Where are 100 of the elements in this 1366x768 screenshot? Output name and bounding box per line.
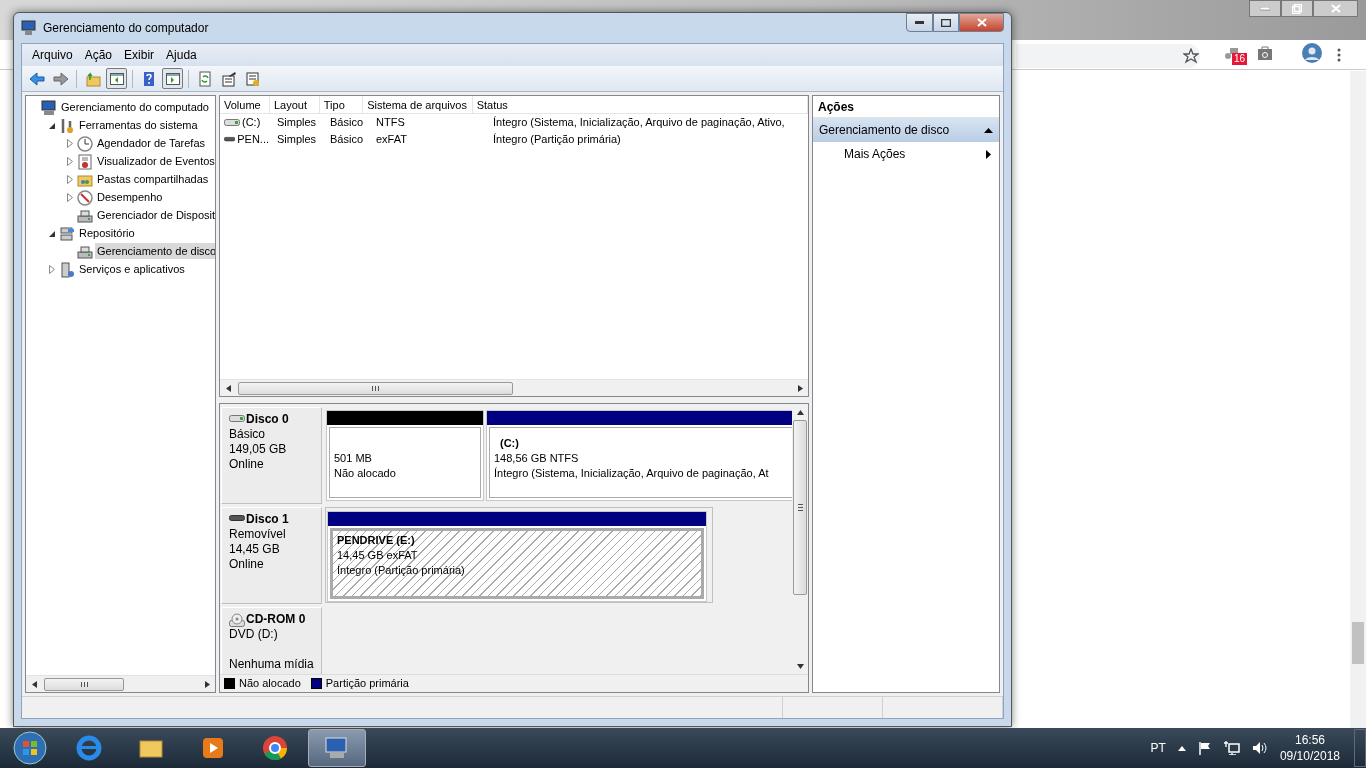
- refresh-icon: [196, 70, 213, 87]
- window-title: Gerenciamento do computador: [43, 20, 209, 37]
- star-icon[interactable]: [1183, 48, 1199, 65]
- hard-drive-icon: [224, 117, 240, 128]
- column-header[interactable]: Layout: [269, 96, 320, 113]
- server-icon: [59, 262, 75, 279]
- scroll-right-icon[interactable]: [797, 384, 803, 392]
- menu-item[interactable]: Ação: [78, 46, 119, 64]
- restore-button[interactable]: [1281, 0, 1313, 17]
- pane-right-button[interactable]: [162, 68, 183, 89]
- tree-item[interactable]: Pastas compartilhadas: [95, 171, 211, 187]
- scrollbar-thumb[interactable]: [44, 677, 124, 691]
- table-cell-text: Íntegro (Sistema, Inicialização, Arquivo de paginação, Ativo,: [493, 115, 785, 131]
- properties-icon: [220, 70, 237, 87]
- close-button[interactable]: [959, 13, 1004, 32]
- scroll-left-icon[interactable]: [225, 384, 231, 392]
- scroll-right-icon[interactable]: [204, 680, 210, 688]
- flag-icon[interactable]: [1197, 741, 1212, 755]
- minimize-button[interactable]: [906, 13, 933, 32]
- menu-item[interactable]: Ajuda: [160, 46, 203, 64]
- table-cell-text: Simples: [277, 132, 317, 148]
- disc-drive-icon: [229, 612, 245, 627]
- partition[interactable]: (C:) 148,56 GB NTFS Íntegro (Sistema, Inicialização, Arquivo de paginação, At: [486, 410, 792, 501]
- scroll-up-icon[interactable]: [796, 409, 804, 415]
- collapse-triangle-icon[interactable]: [48, 121, 56, 129]
- computer-icon: [41, 100, 57, 117]
- table-cell-text: Íntegro (Partição primária): [493, 132, 621, 148]
- minimize-icon: [915, 21, 924, 24]
- close-button[interactable]: [1313, 0, 1358, 17]
- table-cell-text: PEN...: [237, 132, 269, 148]
- close-icon: [1330, 4, 1341, 13]
- collapse-arrow-icon[interactable]: [984, 127, 993, 133]
- speaker-icon[interactable]: [1251, 741, 1268, 755]
- scrollbar-thumb[interactable]: [238, 381, 513, 395]
- computer-icon: [21, 20, 37, 36]
- menu-item[interactable]: Exibir: [118, 46, 161, 64]
- expand-triangle-icon[interactable]: [49, 264, 55, 274]
- column-header[interactable]: Tipo: [319, 96, 364, 113]
- tree-item[interactable]: Gerenciamento do computado: [59, 99, 211, 115]
- scrollbar-thumb[interactable]: [1352, 622, 1364, 664]
- forward-arrow-icon: [52, 70, 69, 87]
- scroll-down-icon[interactable]: [796, 663, 804, 669]
- storage-icon: [59, 226, 75, 243]
- legend-label: Não alocado: [239, 676, 301, 692]
- language-indicator[interactable]: PT: [1150, 739, 1166, 757]
- column-header[interactable]: Sistema de arquivos: [363, 96, 473, 113]
- action-link[interactable]: Mais Ações: [844, 145, 906, 163]
- partition-detail: Íntegro (Sistema, Inicialização, Arquivo de paginação, At: [494, 466, 770, 481]
- expand-triangle-icon[interactable]: [67, 138, 73, 148]
- grip-icon: [797, 504, 803, 511]
- partition[interactable]: PENDRIVE (E:) 14,45 GB exFAT Íntegro (Partição primária): [327, 511, 707, 602]
- table-cell-text: Básico: [330, 115, 364, 131]
- tree-item[interactable]: Repositório: [77, 225, 137, 241]
- partition[interactable]: 501 MB Não alocado: [326, 410, 484, 501]
- show-desktop-button[interactable]: [1354, 729, 1366, 767]
- restore-icon: [1292, 3, 1302, 14]
- tree-item[interactable]: Visualizador de Eventos: [95, 153, 215, 169]
- disk-detail: Online: [229, 457, 265, 472]
- event-log-icon: [77, 154, 93, 171]
- tree-item[interactable]: Desempenho: [95, 189, 165, 205]
- expand-triangle-icon[interactable]: [67, 192, 73, 202]
- clock-date[interactable]: 09/10/2018: [1279, 748, 1340, 764]
- scroll-left-icon[interactable]: [31, 680, 37, 688]
- tree-item[interactable]: Agendador de Tarefas: [95, 135, 208, 151]
- expand-triangle-icon[interactable]: [67, 156, 73, 166]
- partition-title: PENDRIVE (E:): [337, 533, 416, 548]
- clock-time[interactable]: 16:56: [1279, 732, 1340, 748]
- start-orb-icon: [13, 731, 47, 765]
- pane-left-icon: [108, 70, 125, 87]
- table-cell-text: (C:): [242, 115, 261, 131]
- tree-item[interactable]: Gerenciador de Disposit: [95, 207, 215, 223]
- column-header[interactable]: Status: [472, 96, 808, 113]
- avatar-icon[interactable]: [1302, 43, 1322, 63]
- network-icon[interactable]: [1223, 741, 1240, 755]
- notification-count: 16: [1232, 53, 1248, 65]
- partition-detail: 501 MB: [334, 451, 373, 466]
- scrollbar-track[interactable]: [1350, 71, 1366, 728]
- browser-e-icon: [75, 734, 103, 762]
- drive-icon: [77, 244, 93, 261]
- disk-detail: Removível: [229, 527, 287, 542]
- partition-detail: Não alocado: [334, 466, 397, 481]
- tree-item[interactable]: Serviços e aplicativos: [77, 261, 187, 277]
- removable-drive-icon: [224, 134, 236, 145]
- maximize-button[interactable]: [933, 13, 959, 32]
- more-icon[interactable]: [1337, 48, 1341, 63]
- folder-up-icon: [84, 70, 101, 87]
- disk-detail: DVD (D:): [229, 627, 279, 642]
- collapse-triangle-icon[interactable]: [48, 229, 56, 237]
- show-hidden-icons-icon[interactable]: [1177, 745, 1186, 751]
- submenu-arrow-icon[interactable]: [986, 149, 991, 159]
- scrollbar-thumb[interactable]: [793, 420, 807, 595]
- partition-detail: 148,56 GB NTFS: [494, 451, 580, 466]
- tree-item[interactable]: Ferramentas do sistema: [77, 117, 200, 133]
- menu-item[interactable]: Arquivo: [26, 46, 79, 64]
- pane-right-icon: [164, 70, 181, 87]
- column-header[interactable]: Volume: [220, 96, 270, 113]
- grip-icon: [372, 385, 379, 391]
- expand-triangle-icon[interactable]: [67, 174, 73, 184]
- pane-left-button[interactable]: [106, 68, 127, 89]
- tree-item[interactable]: Gerenciamento de disco: [95, 243, 215, 259]
